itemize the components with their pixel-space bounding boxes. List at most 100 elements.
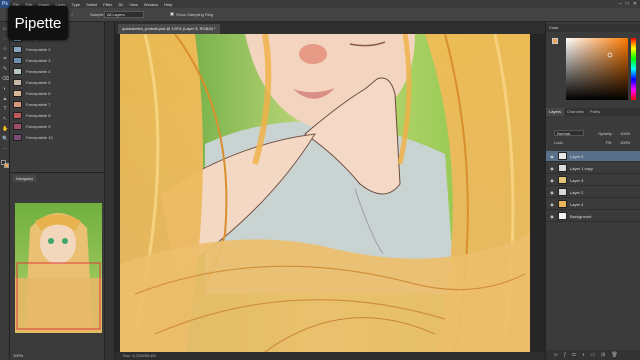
blend-mode-select[interactable]: Normal [554,130,584,136]
more-tools-icon[interactable]: ⋯ [2,146,8,152]
navigator-zoom[interactable]: 100% [13,353,23,358]
layer-name: Layer 3 [570,177,584,183]
move-tool-icon[interactable]: ↖ [2,116,8,122]
layer-name: Layer 5 [570,153,584,159]
eraser-tool-icon[interactable]: ⌫ [2,76,9,82]
crop-tool-icon[interactable]: ⌗ [2,56,8,62]
swatch-chip[interactable] [13,68,22,75]
trash-icon[interactable]: 🗑 [611,352,617,358]
swatch-chip[interactable] [13,79,22,86]
swatch-row[interactable]: Farvepalete 2 [13,45,103,54]
pen-tool-icon[interactable]: ▲ [2,96,8,102]
swatch-chip[interactable] [13,112,22,119]
show-sampling-ring-checkbox[interactable] [170,12,174,16]
layer-thumbnail [558,152,567,160]
layer-row[interactable]: ◉ Layer 2 [546,187,640,198]
layer-row[interactable]: ◉ Layer 4 [546,199,640,210]
swatch-chip[interactable] [13,101,22,108]
swatches-panel: Farvepalete 1 Farvepalete 2 Farvepalete … [10,22,105,172]
background-color-swatch[interactable] [4,163,9,168]
swatch-label: Farvepalete 2 [26,47,51,52]
visibility-eye-icon[interactable]: ◉ [549,202,555,207]
navigator-thumbnail[interactable] [15,203,102,333]
swatch-row[interactable]: Farvepalete 6 [13,89,103,98]
status-bar: Doc: 6,22M/69,4M [115,352,545,360]
visibility-eye-icon[interactable]: ◉ [549,178,555,183]
adjustment-icon[interactable]: ◑ [581,352,584,358]
swatch-row[interactable]: Farvepalete 7 [13,100,103,109]
fill-label: Fill: [606,140,613,145]
close-button[interactable]: ✕ [633,1,637,7]
artwork-canvas[interactable] [115,34,545,352]
menu-filter[interactable]: Filter [100,2,115,7]
opacity-value[interactable]: 100% [620,131,630,136]
layer-name: Layer 1 copy [570,165,593,171]
menu-3d[interactable]: 3D [115,2,126,7]
mask-icon[interactable]: ◘ [572,352,575,358]
menu-view[interactable]: View [126,2,141,7]
swatch-row[interactable]: Farvepalete 8 [13,111,103,120]
menu-type[interactable]: Type [69,2,84,7]
canvas-area[interactable] [115,34,545,352]
layer-name: Layer 2 [570,189,584,195]
eyedropper-tool-icon[interactable]: ⁄ [72,12,73,17]
link-layers-icon[interactable]: ∞ [554,352,558,358]
tab-layers[interactable]: Layers [546,108,565,116]
tab-channels[interactable]: Channels [564,108,587,116]
layer-row[interactable]: ◉ Background [546,211,640,222]
document-tab[interactable]: quicksketch_portrait.psd @ 100% (Layer 5… [118,24,220,34]
swatch-chip[interactable] [13,46,22,53]
maximize-button[interactable]: □ [626,1,629,7]
fill-value[interactable]: 100% [620,140,630,145]
brush-tool-icon[interactable]: ✎ [2,66,8,72]
color-panel-tab[interactable]: Color [546,24,640,32]
swatch-label: Farvepalete 10 [26,135,53,140]
lasso-tool-icon[interactable]: ◌ [2,36,8,42]
visibility-eye-icon[interactable]: ◉ [549,214,555,219]
tab-paths[interactable]: Paths [587,108,603,116]
swatch-chip[interactable] [13,134,22,141]
layer-row[interactable]: ◉ Layer 5 [546,151,640,162]
layer-row[interactable]: ◉ Layer 3 [546,175,640,186]
tools-panel: ▭ ◌ ⊹ ⌗ ✎ ⌫ ◐ ▲ T ↖ ✋ 🔍 ⋯ [0,22,10,360]
right-panels: Color Layers Channels Paths Normal Opaci… [545,22,640,360]
swatch-row[interactable]: Farvepalete 3 [13,56,103,65]
menu-help[interactable]: Help [161,2,175,7]
swatch-row[interactable]: Farvepalete 9 [13,122,103,131]
visibility-eye-icon[interactable]: ◉ [549,190,555,195]
color-panel-swatch[interactable] [552,38,558,44]
visibility-eye-icon[interactable]: ◉ [549,166,555,171]
quick-select-tool-icon[interactable]: ⊹ [2,46,8,52]
navigator-panel: Navigator 100% [10,172,105,360]
color-picker[interactable] [566,38,628,100]
visibility-eye-icon[interactable]: ◉ [549,154,555,159]
minimize-button[interactable]: – [619,1,622,7]
menu-bar: Ps File Edit Image Layer Type Select Fil… [0,0,640,8]
layer-thumbnail [558,212,567,220]
swatch-label: Farvepalete 4 [26,69,51,74]
swatch-row[interactable]: Farvepalete 5 [13,78,103,87]
swatch-chip[interactable] [13,90,22,97]
group-icon[interactable]: ▭ [590,352,595,358]
type-tool-icon[interactable]: T [2,106,8,112]
hue-slider[interactable] [631,38,636,100]
menu-select[interactable]: Select [83,2,100,7]
hand-tool-icon[interactable]: ✋ [2,126,8,132]
swatch-label: Farvepalete 8 [26,113,51,118]
swatch-chip[interactable] [13,57,22,64]
window-controls: – □ ✕ [619,1,640,7]
navigator-tab[interactable]: Navigator [13,175,37,182]
swatch-row[interactable]: Farvepalete 10 [13,133,103,142]
layer-row[interactable]: ◉ Layer 1 copy [546,163,640,174]
layer-thumbnail [558,200,567,208]
swatch-row[interactable]: Farvepalete 4 [13,67,103,76]
show-sampling-ring-label: Show Sampling Ring [176,12,214,17]
zoom-tool-icon[interactable]: 🔍 [2,136,8,142]
sample-select[interactable]: All Layers [104,11,144,18]
document-tabs: quicksketch_portrait.psd @ 100% (Layer 5… [115,22,545,34]
layer-style-icon[interactable]: ƒ [564,352,567,358]
new-layer-icon[interactable]: ⊞ [601,352,605,358]
menu-window[interactable]: Window [141,2,161,7]
dodge-tool-icon[interactable]: ◐ [2,86,8,92]
swatch-chip[interactable] [13,123,22,130]
